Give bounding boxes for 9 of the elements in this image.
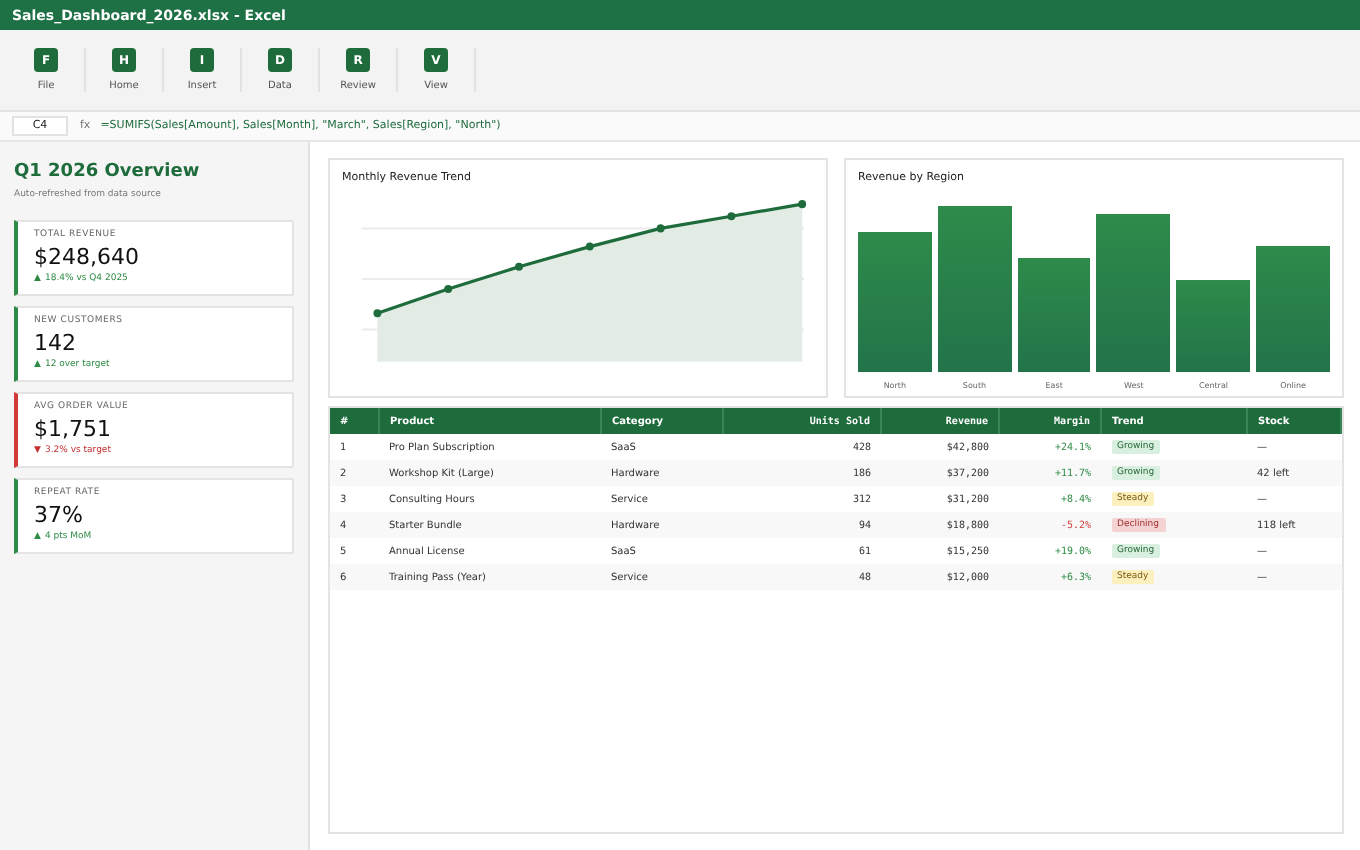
kpi-value: $1,751 bbox=[34, 416, 113, 442]
kpi-value: $248,640 bbox=[34, 244, 141, 270]
panel-title: Q1 2026 Overview bbox=[14, 162, 202, 182]
bar bbox=[858, 232, 932, 372]
bar bbox=[1176, 280, 1251, 372]
bar bbox=[1017, 257, 1091, 372]
bar bbox=[1256, 245, 1330, 372]
kpi-value: 142 bbox=[34, 330, 78, 356]
kpi-value: 37% bbox=[34, 502, 85, 528]
